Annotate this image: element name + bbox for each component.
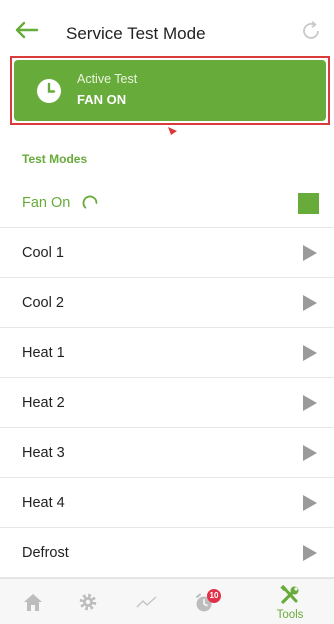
fan-on-label: Fan On: [22, 195, 71, 211]
test-mode-list: Cool 1 Cool 2 Heat 1 Heat 2 Heat 3 Heat …: [0, 228, 334, 578]
active-test-card: Active Test FAN ON: [14, 60, 326, 121]
active-test-value: FAN ON: [77, 92, 127, 107]
play-icon[interactable]: [302, 394, 318, 412]
mode-label: Cool 1: [22, 245, 64, 261]
mode-label: Heat 2: [22, 395, 65, 411]
alerts-badge: 10: [207, 589, 221, 603]
refresh-icon: [303, 21, 319, 39]
test-mode-row-defrost[interactable]: Defrost: [0, 528, 334, 578]
bottom-nav: 10 Tools: [0, 578, 334, 624]
play-icon[interactable]: [302, 494, 318, 512]
mode-label: Cool 2: [22, 295, 64, 311]
nav-alerts[interactable]: 10: [190, 579, 230, 624]
test-mode-row-cool-1[interactable]: Cool 1: [0, 228, 334, 278]
play-icon[interactable]: [302, 344, 318, 362]
nav-settings[interactable]: [74, 579, 104, 624]
test-modes-title: Test Modes: [22, 152, 88, 166]
play-icon[interactable]: [302, 544, 318, 562]
page-title: Service Test Mode: [66, 24, 206, 43]
stop-button[interactable]: [298, 193, 319, 214]
clock-icon: [37, 79, 61, 103]
home-icon: [24, 594, 42, 611]
play-icon[interactable]: [302, 244, 318, 262]
gear-icon: [79, 593, 97, 611]
spinner-icon: [82, 195, 98, 209]
mode-label: Heat 3: [22, 445, 65, 461]
test-mode-row-heat-3[interactable]: Heat 3: [0, 428, 334, 478]
play-icon[interactable]: [302, 444, 318, 462]
test-mode-row-heat-4[interactable]: Heat 4: [0, 478, 334, 528]
test-mode-row-heat-2[interactable]: Heat 2: [0, 378, 334, 428]
refresh-button[interactable]: [300, 20, 322, 42]
nav-home[interactable]: [18, 579, 48, 624]
pointer-arrow-icon: [168, 127, 177, 135]
tools-icon: [280, 584, 299, 604]
mode-label: Heat 1: [22, 345, 65, 361]
arrow-left-icon: [15, 21, 39, 39]
active-test-label: Active Test: [77, 72, 138, 86]
test-mode-row-heat-1[interactable]: Heat 1: [0, 328, 334, 378]
test-mode-row-cool-2[interactable]: Cool 2: [0, 278, 334, 328]
nav-trends[interactable]: [132, 579, 162, 624]
nav-tools[interactable]: Tools: [266, 579, 314, 624]
trend-icon: [136, 596, 157, 608]
play-icon[interactable]: [302, 294, 318, 312]
mode-label: Defrost: [22, 545, 69, 561]
app-header: Service Test Mode: [0, 0, 334, 56]
test-mode-row-fan-on: Fan On: [0, 178, 334, 228]
mode-label: Heat 4: [22, 495, 65, 511]
back-button[interactable]: [14, 20, 40, 40]
tools-label: Tools: [276, 609, 304, 621]
